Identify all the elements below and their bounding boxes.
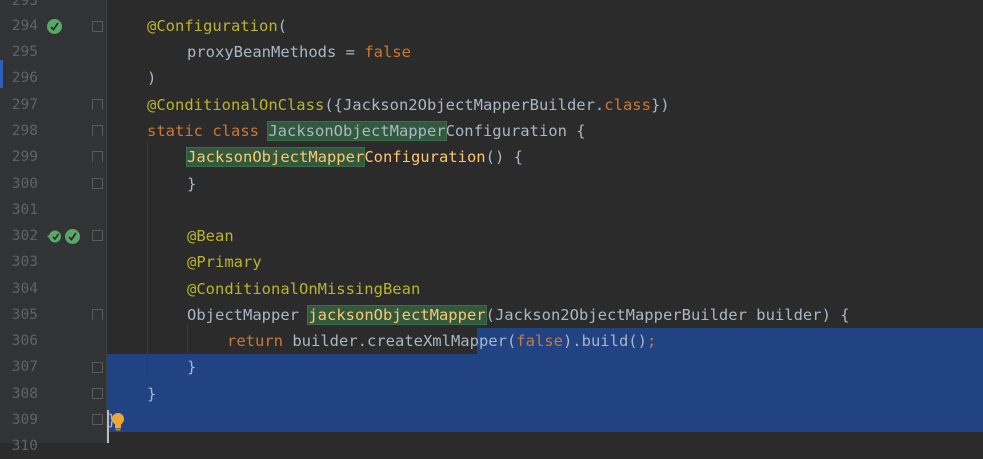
line-number: 305 <box>11 307 38 323</box>
line-number: 307 <box>11 359 38 375</box>
fold-toggle-icon[interactable] <box>92 99 103 110</box>
code-line-297[interactable]: @ConditionalOnClass({Jackson2ObjectMappe… <box>147 92 983 118</box>
line-number: 306 <box>11 333 38 349</box>
fold-toggle-icon[interactable] <box>92 178 103 189</box>
annotation: @Bean <box>187 227 234 245</box>
line-number: 300 <box>11 176 38 192</box>
code-line-298[interactable]: static class JacksonObjectMapperConfigur… <box>147 118 983 144</box>
code-line-308[interactable]: } <box>147 381 983 407</box>
code-text: proxyBeanMethods <box>187 43 337 61</box>
fold-toggle-icon[interactable] <box>92 125 103 136</box>
code-text: ( <box>277 17 287 35</box>
bean-definition-icon[interactable] <box>65 229 80 244</box>
identifier-highlight: jacksonObjectMapper <box>307 305 487 325</box>
annotation: @Configuration <box>147 17 278 35</box>
code-text: = <box>336 43 365 61</box>
fold-toggle-icon[interactable] <box>92 21 103 32</box>
code-text: ) <box>147 69 157 87</box>
code-line-295[interactable]: proxyBeanMethods = false <box>187 39 983 65</box>
fold-toggle-icon[interactable] <box>92 309 103 320</box>
line-number: 304 <box>11 281 38 297</box>
line-number: 293 <box>11 0 38 9</box>
code-line-309[interactable]: } <box>107 407 983 433</box>
line-number: 301 <box>11 202 38 218</box>
line-number: 299 <box>11 149 38 165</box>
keyword: class <box>604 96 651 114</box>
line-number: 302 <box>11 228 38 244</box>
bean-configuration-icon[interactable] <box>47 19 62 34</box>
annotation: @Primary <box>187 253 262 271</box>
keyword: static class <box>147 122 269 140</box>
identifier-highlight: JacksonObjectMapper <box>185 147 366 167</box>
code-text: () { <box>485 148 523 166</box>
lightbulb-icon[interactable] <box>110 412 126 432</box>
code-text: } <box>187 358 197 376</box>
code-line-300[interactable]: } <box>187 171 983 197</box>
annotation: @ConditionalOnMissingBean <box>187 280 421 298</box>
code-line-303[interactable]: @Primary <box>187 249 983 275</box>
line-number: 296 <box>11 70 38 86</box>
line-number: 309 <box>11 412 38 428</box>
line-number: 294 <box>11 18 38 34</box>
code-text: } <box>187 175 197 193</box>
code-line-302[interactable]: @Bean <box>187 223 983 249</box>
line-number: 297 <box>11 97 38 113</box>
code-text: ({Jackson2ObjectMapperBuilder. <box>324 96 605 114</box>
fold-toggle-icon[interactable] <box>92 362 103 373</box>
fold-toggle-icon[interactable] <box>92 230 103 241</box>
code-text: ; <box>646 332 657 350</box>
indent-guide <box>147 142 148 378</box>
indent-guide <box>187 325 188 355</box>
keyword: return <box>227 332 283 350</box>
code-line-294[interactable]: @Configuration( <box>147 13 983 39</box>
line-number: 308 <box>11 386 38 402</box>
method-name: Configuration <box>364 148 486 166</box>
annotation: @ConditionalOnClass <box>147 96 325 114</box>
code-text: builder.createXmlMapper( <box>283 332 517 350</box>
code-line-299[interactable]: JacksonObjectMapperConfiguration() { <box>185 144 983 170</box>
keyword: false <box>364 43 411 61</box>
fold-toggle-icon[interactable] <box>92 388 103 399</box>
code-line-304[interactable]: @ConditionalOnMissingBean <box>187 276 983 302</box>
text-cursor <box>107 410 109 443</box>
code-text: }) <box>650 96 670 114</box>
code-text: ).build() <box>562 332 647 350</box>
fold-toggle-icon[interactable] <box>92 414 103 425</box>
line-number: 303 <box>11 254 38 270</box>
fold-toggle-icon[interactable] <box>92 151 103 162</box>
code-line-296[interactable]: ) <box>147 65 983 91</box>
code-line-306[interactable]: return builder.createXmlMapper(false).bu… <box>227 328 983 354</box>
code-line-307[interactable]: } <box>187 354 983 380</box>
code-text: (Jackson2ObjectMapperBuilder builder) { <box>485 306 850 324</box>
line-number: 298 <box>11 123 38 139</box>
editor-gutter[interactable]: 293 294 295 296 297 298 299 300 301 302 … <box>0 0 107 454</box>
code-text: ObjectMapper <box>187 306 309 324</box>
line-number: 310 <box>11 438 38 454</box>
code-text: Configuration { <box>445 122 586 140</box>
identifier-highlight: JacksonObjectMapper <box>267 121 447 141</box>
code-text: } <box>147 385 157 403</box>
line-number: 295 <box>11 44 38 60</box>
code-area[interactable]: @Configuration( proxyBeanMethods = false… <box>107 0 983 443</box>
code-line-305[interactable]: ObjectMapper jacksonObjectMapper(Jackson… <box>187 302 983 328</box>
keyword: false <box>516 332 563 350</box>
code-editor[interactable]: 293 294 295 296 297 298 299 300 301 302 … <box>0 0 983 454</box>
navigate-to-bean-icon[interactable] <box>46 229 61 244</box>
